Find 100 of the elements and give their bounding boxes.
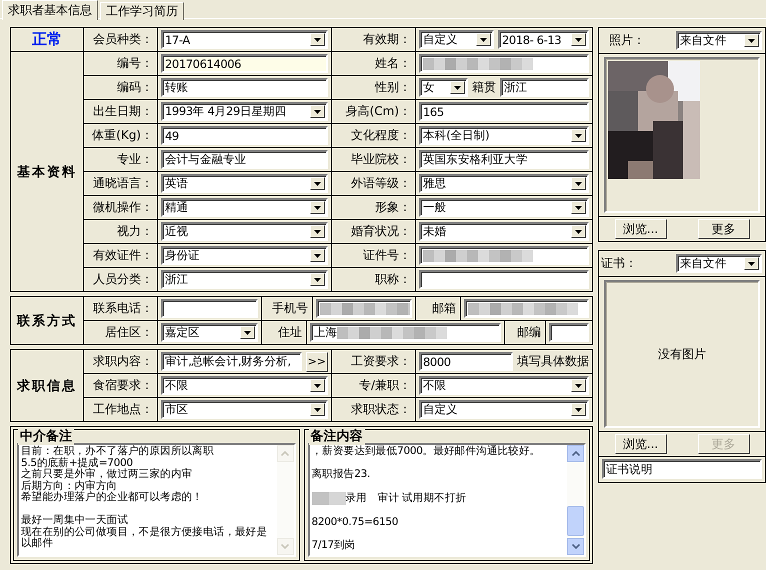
dropdown-field[interactable]: 雅思	[419, 174, 589, 193]
dropdown-button[interactable]	[310, 225, 325, 238]
dropdown-field[interactable]: 未婚	[419, 222, 589, 241]
dropdown-button[interactable]	[571, 225, 586, 238]
text-field[interactable]: 转账	[161, 78, 328, 97]
field-label: 体重(Kg)：	[92, 127, 153, 144]
dropdown-field[interactable]: 2018- 6-13	[498, 30, 589, 49]
field-label: 通晓语言：	[93, 175, 153, 192]
dropdown-field[interactable]: 17-A	[161, 30, 328, 49]
text-field[interactable]: 上海	[310, 323, 501, 342]
browse-button[interactable]: 浏览...	[614, 219, 666, 239]
scroll-thumb[interactable]	[567, 506, 584, 536]
text-field[interactable]	[161, 299, 258, 318]
text-field[interactable]	[549, 323, 589, 342]
dropdown-arrow-icon	[314, 408, 321, 412]
dropdown-field[interactable]: 1993年 4月29日星期四	[161, 102, 328, 121]
field-label: 专业：	[117, 151, 153, 168]
text-field[interactable]: 20170614006	[161, 54, 328, 73]
group-title: 中介备注	[18, 427, 74, 445]
dropdown-field[interactable]: 浙江	[161, 270, 328, 289]
note-line: ，薪资要达到最低7000。最好邮件沟通比较好。	[312, 446, 540, 458]
dropdown-button[interactable]	[310, 249, 325, 262]
browse-button[interactable]: 更多	[698, 219, 750, 239]
dropdown-button[interactable]	[240, 326, 255, 339]
dropdown-button[interactable]	[310, 403, 325, 416]
note-line: 8200*0.75=6150	[312, 516, 398, 528]
field-label: 食宿要求：	[93, 377, 153, 394]
field-label: 照片：	[609, 32, 645, 49]
dropdown-field[interactable]: 不限	[161, 376, 328, 395]
dropdown-field[interactable]: 来自文件	[676, 31, 762, 50]
dropdown-button[interactable]	[310, 379, 325, 392]
note-line: 7/17到岗	[312, 540, 356, 551]
dropdown-arrow-icon	[314, 384, 321, 388]
text-field[interactable]	[419, 246, 589, 265]
field-label: 证件号：	[363, 247, 411, 264]
dropdown-button[interactable]	[744, 257, 759, 270]
dropdown-button[interactable]	[310, 201, 325, 214]
dropdown-button[interactable]	[310, 105, 325, 118]
text-field[interactable]	[419, 54, 589, 73]
dropdown-field[interactable]: 近视	[161, 222, 328, 241]
note-line: 目前：在职，办不了落户的原因所以离职	[21, 446, 214, 457]
dropdown-field[interactable]: 身份证	[161, 246, 328, 265]
more-button[interactable]: >>	[306, 352, 328, 372]
dropdown-button[interactable]	[571, 177, 586, 190]
dropdown-button[interactable]	[310, 273, 325, 286]
text-field[interactable]	[464, 299, 589, 318]
dropdown-field[interactable]: 自定义	[419, 400, 589, 419]
text-field[interactable]: 审计,总帐会计,财务分析,	[161, 352, 302, 371]
text-field[interactable]: 英国东安格利亚大学	[419, 150, 589, 169]
dropdown-field[interactable]: 一般	[419, 198, 589, 217]
text-field[interactable]: 浙江	[500, 78, 589, 97]
text-field[interactable]: 会计与金融专业	[161, 150, 328, 169]
scroll-down-button[interactable]	[567, 538, 584, 555]
dropdown-button[interactable]	[571, 403, 586, 416]
note-line: 录用 审计 试用期不打折	[346, 492, 466, 504]
dropdown-field[interactable]: 不限	[419, 376, 589, 395]
dropdown-arrow-icon	[748, 262, 755, 266]
text-field[interactable]	[316, 299, 412, 318]
tab[interactable]: 工作学习简历	[100, 2, 184, 20]
notes-area[interactable]: ，薪资要达到最低7000。最好邮件沟通比较好。 离职报告23. 录用 审计 试用期不打折 8200*0.75=6150 7/17到岗	[308, 443, 586, 557]
scrollbar[interactable]	[567, 445, 584, 555]
dropdown-button[interactable]	[571, 379, 586, 392]
dropdown-arrow-icon	[748, 38, 755, 42]
field-label: 居住区：	[105, 324, 153, 341]
text-field[interactable]: 49	[161, 126, 328, 145]
field-label: 职称：	[375, 271, 411, 288]
dropdown-arrow-icon	[314, 230, 321, 234]
dropdown-field[interactable]: 英语	[161, 174, 328, 193]
dropdown-arrow-icon	[314, 110, 321, 114]
dropdown-button[interactable]	[310, 177, 325, 190]
dropdown-button[interactable]	[571, 129, 586, 142]
note-line: 离职报告23.	[312, 469, 370, 480]
text-field[interactable]: 证书说明	[602, 459, 762, 479]
dropdown-field[interactable]: 嘉定区	[161, 323, 258, 342]
text-field[interactable]	[419, 270, 589, 289]
dropdown-button[interactable]	[450, 81, 465, 94]
dropdown-button[interactable]	[310, 33, 325, 46]
field-label: 文化程度：	[351, 127, 411, 144]
dropdown-field[interactable]: 自定义	[419, 30, 494, 49]
dropdown-button[interactable]	[744, 34, 759, 47]
dropdown-button[interactable]	[571, 33, 586, 46]
text-field[interactable]: 165	[419, 102, 589, 121]
note-line: 5.5的底薪+提成=7000	[21, 458, 133, 468]
tab[interactable]: 求职者基本信息	[2, 0, 98, 20]
notes-area[interactable]: 目前：在职，办不了落户的原因所以离职 5.5的底薪+提成=7000 之前只要是外审，做过两三家的内审 后期方向：内审方向 希望能办理落户的企业都可以考虑的！ 最好一周集中一天面试 现在在别的公司做项目，不是很方便接电话，最好是以邮件	[17, 443, 296, 557]
text-field[interactable]: 8000	[419, 352, 513, 371]
browse-button[interactable]: 浏览...	[614, 434, 666, 454]
dropdown-field[interactable]: 市区	[161, 400, 328, 419]
dropdown-field[interactable]: 来自文件	[676, 254, 762, 273]
dropdown-field[interactable]: 本科(全日制)	[419, 126, 589, 145]
dropdown-button[interactable]	[476, 33, 491, 46]
field-label: 人员分类：	[93, 271, 153, 288]
dropdown-field[interactable]: 精通	[161, 198, 328, 217]
dropdown-field[interactable]: 女	[419, 78, 468, 97]
section-title: 联系方式	[17, 312, 77, 330]
dropdown-arrow-icon	[314, 254, 321, 258]
dropdown-button[interactable]	[571, 201, 586, 214]
field-label: 邮编	[517, 324, 541, 341]
scroll-up-button[interactable]	[567, 445, 584, 462]
field-label: 出生日期：	[93, 103, 153, 120]
